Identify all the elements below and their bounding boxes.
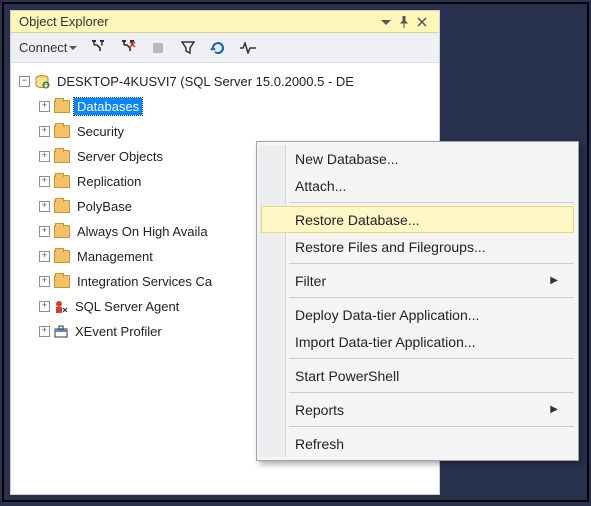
- menu-label: Restore Database...: [295, 212, 420, 228]
- folder-icon: [54, 100, 70, 113]
- server-label: DESKTOP-4KUSVI7 (SQL Server 15.0.2000.5 …: [54, 73, 357, 90]
- menu-label: Attach...: [295, 178, 346, 194]
- menu-deploy[interactable]: Deploy Data-tier Application...: [259, 301, 576, 328]
- pin-icon[interactable]: [399, 16, 417, 28]
- stop-icon[interactable]: [149, 39, 167, 57]
- menu-label: Reports: [295, 402, 344, 418]
- tree-label: SQL Server Agent: [72, 298, 182, 315]
- refresh-icon[interactable]: [209, 39, 227, 57]
- tree-label: Security: [74, 123, 127, 140]
- tree-label: Always On High Availa: [74, 223, 211, 240]
- menu-import[interactable]: Import Data-tier Application...: [259, 328, 576, 355]
- connect-object-icon[interactable]: [89, 39, 107, 57]
- disconnect-icon[interactable]: [119, 39, 137, 57]
- server-node[interactable]: − DESKTOP-4KUSVI7 (SQL Server 15.0.2000.…: [15, 69, 435, 94]
- menu-label: Refresh: [295, 436, 344, 452]
- tree-label: PolyBase: [74, 198, 135, 215]
- submenu-arrow-icon: ▶: [550, 404, 558, 415]
- menu-label: Restore Files and Filegroups...: [295, 239, 486, 255]
- menu-label: Filter: [295, 273, 326, 289]
- server-icon: [34, 74, 50, 90]
- folder-icon: [54, 200, 70, 213]
- menu-separator: [289, 297, 574, 298]
- folder-icon: [54, 150, 70, 163]
- folder-icon: [54, 175, 70, 188]
- menu-separator: [289, 263, 574, 264]
- menu-label: Deploy Data-tier Application...: [295, 307, 479, 323]
- submenu-arrow-icon: ▶: [550, 275, 558, 286]
- menu-label: New Database...: [295, 151, 399, 167]
- menu-restore-database[interactable]: Restore Database...: [261, 206, 574, 233]
- menu-separator: [289, 202, 574, 203]
- menu-separator: [289, 392, 574, 393]
- chevron-down-icon: [69, 44, 77, 52]
- filter-icon[interactable]: [179, 39, 197, 57]
- xevent-icon: [54, 325, 68, 339]
- expander-icon[interactable]: +: [39, 176, 50, 187]
- menu-start-powershell[interactable]: Start PowerShell: [259, 362, 576, 389]
- connect-button[interactable]: Connect: [19, 40, 77, 55]
- menu-reports[interactable]: Reports ▶: [259, 396, 576, 423]
- tree-item-databases[interactable]: + Databases: [15, 94, 435, 119]
- folder-icon: [54, 125, 70, 138]
- tree-label: Replication: [74, 173, 144, 190]
- tree-label: Databases: [74, 98, 142, 115]
- expander-icon[interactable]: −: [19, 76, 30, 87]
- toolbar: Connect: [11, 33, 439, 63]
- expander-icon[interactable]: +: [39, 276, 50, 287]
- tree-label: Integration Services Ca: [74, 273, 215, 290]
- menu-restore-files[interactable]: Restore Files and Filegroups...: [259, 233, 576, 260]
- menu-attach[interactable]: Attach...: [259, 172, 576, 199]
- expander-icon[interactable]: +: [39, 201, 50, 212]
- agent-icon: [54, 300, 68, 314]
- tree-label: XEvent Profiler: [72, 323, 165, 340]
- menu-new-database[interactable]: New Database...: [259, 145, 576, 172]
- context-menu: New Database... Attach... Restore Databa…: [256, 141, 579, 461]
- menu-refresh[interactable]: Refresh: [259, 430, 576, 457]
- titlebar: Object Explorer: [11, 11, 439, 33]
- menu-separator: [289, 426, 574, 427]
- menu-label: Start PowerShell: [295, 368, 399, 384]
- menu-label: Import Data-tier Application...: [295, 334, 476, 350]
- expander-icon[interactable]: +: [39, 151, 50, 162]
- close-icon[interactable]: [417, 17, 435, 27]
- tree-label: Server Objects: [74, 148, 166, 165]
- expander-icon[interactable]: +: [39, 301, 50, 312]
- tree-label: Management: [74, 248, 156, 265]
- menu-separator: [289, 358, 574, 359]
- expander-icon[interactable]: +: [39, 226, 50, 237]
- window-options-icon[interactable]: [381, 17, 399, 27]
- menu-filter[interactable]: Filter ▶: [259, 267, 576, 294]
- expander-icon[interactable]: +: [39, 101, 50, 112]
- expander-icon[interactable]: +: [39, 251, 50, 262]
- folder-icon: [54, 250, 70, 263]
- folder-icon: [54, 275, 70, 288]
- expander-icon[interactable]: +: [39, 326, 50, 337]
- activity-icon[interactable]: [239, 39, 257, 57]
- expander-icon[interactable]: +: [39, 126, 50, 137]
- folder-icon: [54, 225, 70, 238]
- panel-title: Object Explorer: [19, 14, 381, 29]
- connect-label: Connect: [19, 40, 67, 55]
